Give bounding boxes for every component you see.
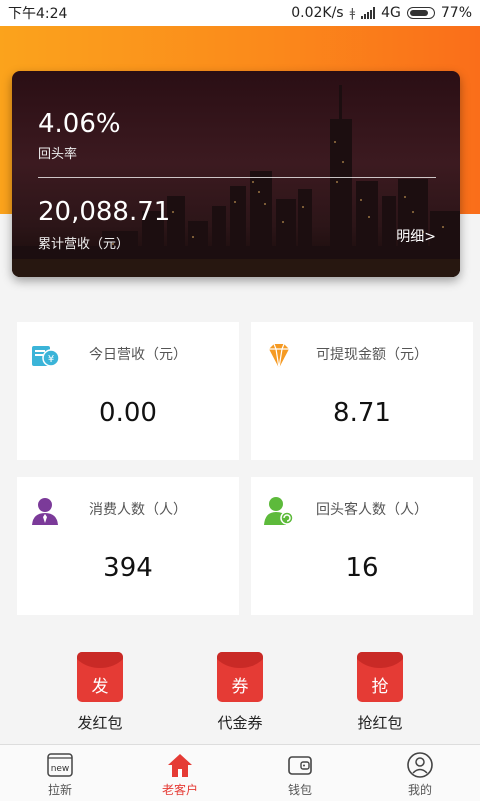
status-bar: 下午4:24 0.02K/s ǂ 4G 77% bbox=[0, 0, 480, 26]
consumers-card[interactable]: 消费人数（人） 394 bbox=[17, 477, 239, 615]
return-rate-label: 回头率 bbox=[38, 147, 78, 162]
mute-icon: ǂ bbox=[349, 6, 356, 20]
hero-divider bbox=[38, 177, 436, 178]
grab-envelope-icon: 抢 bbox=[357, 652, 403, 702]
nav-label-new: 拉新 bbox=[47, 783, 72, 797]
nav-label-old-customers: 老客户 bbox=[161, 783, 198, 797]
consumers-value: 394 bbox=[103, 553, 153, 583]
envelope-char: 发 bbox=[91, 677, 109, 697]
status-time: 下午4:24 bbox=[8, 6, 68, 22]
status-right: 0.02K/s ǂ 4G 77% bbox=[291, 5, 472, 21]
svg-text:new: new bbox=[51, 764, 70, 774]
summary-card: 4.06% 回头率 20,088.71 累计营收（元） 明细> bbox=[12, 71, 460, 277]
home-icon bbox=[166, 751, 194, 779]
envelope-char: 券 bbox=[231, 677, 249, 697]
network-speed: 0.02K/s bbox=[291, 5, 344, 21]
withdrawable-label: 可提现金额（元） bbox=[316, 347, 428, 363]
returning-customers-card[interactable]: 回头客人数（人） 16 bbox=[251, 477, 473, 615]
signal-icon bbox=[361, 7, 376, 19]
send-red-packet-button[interactable]: 发 发红包 bbox=[50, 652, 150, 733]
red-envelope-icon: 发 bbox=[77, 652, 123, 702]
voucher-label: 代金券 bbox=[217, 714, 263, 732]
envelope-char: 抢 bbox=[371, 677, 389, 697]
grab-red-packet-button[interactable]: 抢 抢红包 bbox=[330, 652, 430, 733]
details-link[interactable]: 明细> bbox=[396, 226, 436, 246]
nav-item-old-customers[interactable]: 老客户 bbox=[120, 745, 240, 801]
battery-icon bbox=[406, 7, 435, 19]
returning-customers-label: 回头客人数（人） bbox=[316, 502, 428, 518]
withdrawable-value: 8.71 bbox=[333, 398, 391, 428]
bottom-nav: new 拉新 老客户 钱包 我的 bbox=[0, 744, 480, 801]
return-rate-value: 4.06% bbox=[38, 109, 121, 139]
network-type: 4G bbox=[381, 5, 401, 21]
battery-percent: 77% bbox=[440, 5, 472, 21]
returning-customers-value: 16 bbox=[345, 553, 379, 583]
today-revenue-label: 今日营收（元） bbox=[89, 347, 187, 363]
consumers-label: 消费人数（人） bbox=[89, 502, 187, 518]
nav-label-mine: 我的 bbox=[407, 783, 432, 797]
new-icon: new bbox=[46, 751, 74, 779]
today-revenue-card[interactable]: ¥ 今日营收（元） 0.00 bbox=[17, 322, 239, 460]
total-revenue-value: 20,088.71 bbox=[38, 197, 171, 227]
wallet-icon bbox=[286, 751, 314, 779]
voucher-button[interactable]: 券 代金券 bbox=[190, 652, 290, 733]
total-revenue-label: 累计营收（元） bbox=[38, 237, 130, 252]
nav-item-new[interactable]: new 拉新 bbox=[0, 745, 120, 801]
voucher-icon: 券 bbox=[217, 652, 263, 702]
nav-item-wallet[interactable]: 钱包 bbox=[240, 745, 360, 801]
nav-item-mine[interactable]: 我的 bbox=[360, 745, 480, 801]
today-revenue-value: 0.00 bbox=[99, 398, 157, 428]
user-icon bbox=[406, 751, 434, 779]
grab-red-packet-label: 抢红包 bbox=[357, 714, 403, 732]
send-red-packet-label: 发红包 bbox=[77, 714, 123, 732]
withdrawable-card[interactable]: 可提现金额（元） 8.71 bbox=[251, 322, 473, 460]
nav-label-wallet: 钱包 bbox=[287, 783, 312, 797]
